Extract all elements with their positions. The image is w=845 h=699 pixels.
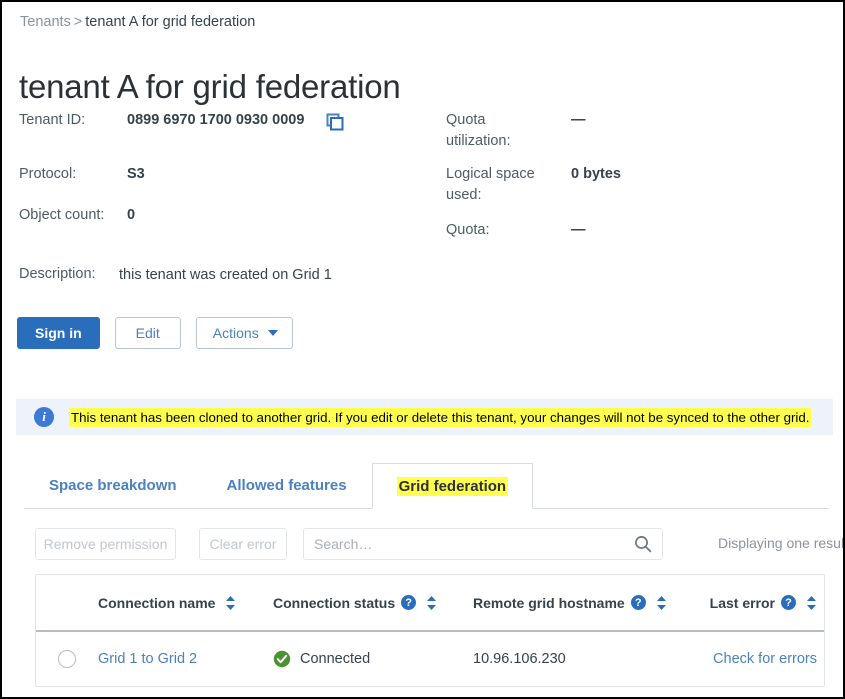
- tab-grid-federation[interactable]: Grid federation: [372, 463, 534, 509]
- row-radio-button[interactable]: [58, 650, 76, 668]
- actions-menu-label: Actions: [213, 325, 259, 341]
- row-remote-grid-hostname-cell: 10.96.106.230: [473, 651, 688, 667]
- edit-button[interactable]: Edit: [115, 317, 181, 349]
- row-last-error-cell: Check for errors: [688, 651, 823, 667]
- detail-label-object-count: Object count:: [19, 205, 119, 226]
- tenant-details-left-column: Tenant ID: 0899 6970 1700 0930 0009 Prot…: [19, 110, 349, 261]
- result-count-label: Displaying one result: [718, 535, 845, 551]
- help-icon[interactable]: ?: [631, 595, 646, 610]
- detail-row-quota-utilization: Quota utilization: —: [446, 110, 776, 154]
- tenant-action-buttons: Sign in Edit Actions: [17, 317, 293, 349]
- tab-allowed-features[interactable]: Allowed features: [202, 462, 372, 508]
- detail-label-quota-utilization: Quota utilization:: [446, 110, 551, 152]
- detail-label-protocol: Protocol:: [19, 164, 119, 185]
- row-connection-name-cell: Grid 1 to Grid 2: [98, 651, 273, 667]
- detail-value-quota-utilization: —: [571, 110, 586, 131]
- table-row[interactable]: Grid 1 to Grid 2 Connected 10.96.106.230…: [36, 632, 824, 686]
- tenant-details-right-column: Quota utilization: — Logical space used:…: [446, 110, 776, 261]
- detail-value-quota: —: [571, 220, 586, 241]
- search-box: [303, 528, 663, 560]
- row-connection-status-cell: Connected: [273, 650, 473, 668]
- table-header-row: Connection name Connection status ?: [36, 575, 824, 632]
- page-title: tenant A for grid federation: [19, 68, 401, 106]
- search-input[interactable]: [304, 529, 626, 559]
- detail-row-quota: Quota: —: [446, 220, 776, 251]
- clone-info-banner-text: This tenant has been cloned to another g…: [69, 408, 811, 427]
- remote-grid-hostname-value: 10.96.106.230: [473, 651, 566, 667]
- detail-value-protocol: S3: [127, 164, 145, 185]
- remove-permission-button[interactable]: Remove permission: [35, 528, 176, 560]
- detail-row-object-count: Object count: 0: [19, 205, 349, 251]
- info-icon: i: [34, 407, 54, 427]
- table-header-connection-status-label: Connection status: [273, 595, 395, 611]
- detail-value-object-count: 0: [127, 205, 135, 226]
- table-header-last-error-label: Last error: [710, 595, 775, 611]
- table-header-remote-grid-hostname[interactable]: Remote grid hostname ?: [473, 595, 688, 611]
- detail-value-logical-space-used: 0 bytes: [571, 164, 621, 185]
- check-for-errors-link[interactable]: Check for errors: [713, 651, 817, 667]
- table-header-connection-name-label: Connection name: [98, 595, 215, 611]
- breadcrumb-separator: >: [74, 14, 82, 30]
- breadcrumb: Tenants>tenant A for grid federation: [20, 12, 255, 32]
- detail-row-protocol: Protocol: S3: [19, 164, 349, 195]
- chevron-down-icon: [268, 330, 278, 336]
- clear-error-button[interactable]: Clear error: [199, 528, 287, 560]
- grid-federation-connections-table: Connection name Connection status ?: [35, 574, 825, 687]
- table-header-connection-status[interactable]: Connection status ?: [273, 595, 473, 611]
- detail-label-description: Description:: [19, 264, 96, 285]
- sort-icon[interactable]: [225, 595, 236, 611]
- table-header-remote-grid-hostname-label: Remote grid hostname: [473, 595, 625, 611]
- detail-value-description: this tenant was created on Grid 1: [119, 265, 332, 286]
- sort-icon[interactable]: [656, 595, 667, 611]
- help-icon[interactable]: ?: [781, 595, 796, 610]
- connection-status-label: Connected: [300, 651, 370, 667]
- clone-info-banner: i This tenant has been cloned to another…: [16, 399, 833, 435]
- detail-row-logical-space-used: Logical space used: 0 bytes: [446, 164, 776, 210]
- sort-icon[interactable]: [806, 595, 817, 611]
- sort-icon[interactable]: [426, 595, 437, 611]
- detail-value-tenant-id: 0899 6970 1700 0930 0009: [127, 110, 304, 131]
- tenant-detail-page: Tenants>tenant A for grid federation ten…: [0, 0, 845, 699]
- detail-row-tenant-id: Tenant ID: 0899 6970 1700 0930 0009: [19, 110, 349, 154]
- tab-space-breakdown[interactable]: Space breakdown: [24, 462, 202, 508]
- row-select-cell: [36, 650, 98, 668]
- breadcrumb-link-tenants[interactable]: Tenants: [20, 14, 71, 30]
- check-circle-icon: [273, 650, 291, 668]
- detail-label-quota: Quota:: [446, 220, 551, 241]
- detail-label-logical-space-used: Logical space used:: [446, 164, 551, 206]
- search-icon[interactable]: [634, 535, 652, 553]
- detail-label-tenant-id: Tenant ID:: [19, 110, 119, 131]
- tab-grid-federation-label: Grid federation: [397, 477, 509, 496]
- tab-space-breakdown-label: Space breakdown: [49, 477, 177, 494]
- table-header-connection-name[interactable]: Connection name: [98, 595, 273, 611]
- tab-bar: Space breakdown Allowed features Grid fe…: [24, 462, 829, 509]
- sign-in-button[interactable]: Sign in: [17, 317, 100, 349]
- table-header-last-error[interactable]: Last error ?: [688, 595, 823, 611]
- actions-menu-button[interactable]: Actions: [196, 317, 293, 349]
- connection-name-link[interactable]: Grid 1 to Grid 2: [98, 651, 197, 667]
- table-toolbar: Remove permission Clear error Displaying…: [35, 528, 825, 560]
- help-icon[interactable]: ?: [401, 595, 416, 610]
- copy-icon[interactable]: [326, 113, 344, 131]
- tab-allowed-features-label: Allowed features: [227, 477, 347, 494]
- breadcrumb-current: tenant A for grid federation: [85, 14, 255, 30]
